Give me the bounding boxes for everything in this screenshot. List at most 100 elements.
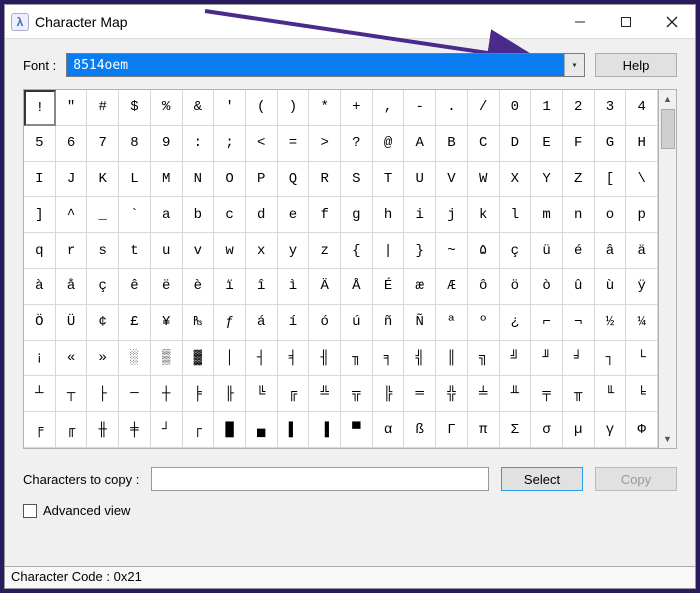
char-cell[interactable]: y [278, 233, 310, 269]
char-cell[interactable]: U [404, 162, 436, 198]
char-cell[interactable]: ╢ [309, 341, 341, 377]
scroll-thumb[interactable] [661, 109, 675, 149]
char-cell[interactable]: Φ [626, 412, 658, 448]
char-cell[interactable]: A [404, 126, 436, 162]
copy-input[interactable] [151, 467, 489, 491]
char-cell[interactable]: ╬ [436, 376, 468, 412]
char-cell[interactable]: ç [87, 269, 119, 305]
char-cell[interactable]: ù [595, 269, 627, 305]
char-cell[interactable]: % [151, 90, 183, 126]
char-cell[interactable]: @ [373, 126, 405, 162]
char-cell[interactable]: ¡ [24, 341, 56, 377]
char-cell[interactable]: γ [595, 412, 627, 448]
char-cell[interactable]: / [468, 90, 500, 126]
char-cell[interactable]: W [468, 162, 500, 198]
char-cell[interactable]: L [119, 162, 151, 198]
char-cell[interactable]: è [183, 269, 215, 305]
char-cell[interactable]: α [373, 412, 405, 448]
char-cell[interactable]: │ [214, 341, 246, 377]
char-cell[interactable]: f [309, 197, 341, 233]
char-cell[interactable]: ╡ [278, 341, 310, 377]
char-cell[interactable]: ÿ [626, 269, 658, 305]
char-cell[interactable]: Q [278, 162, 310, 198]
char-cell[interactable]: + [341, 90, 373, 126]
char-cell[interactable]: < [246, 126, 278, 162]
char-cell[interactable]: ╠ [373, 376, 405, 412]
char-cell[interactable]: ╔ [278, 376, 310, 412]
char-cell[interactable]: T [373, 162, 405, 198]
char-cell[interactable]: ç [500, 233, 532, 269]
char-cell[interactable]: ª [436, 305, 468, 341]
char-cell[interactable]: 7 [87, 126, 119, 162]
char-cell[interactable]: w [214, 233, 246, 269]
char-cell[interactable]: ╤ [531, 376, 563, 412]
char-cell[interactable]: ╒ [24, 412, 56, 448]
char-cell[interactable]: K [87, 162, 119, 198]
char-cell[interactable]: D [500, 126, 532, 162]
char-cell[interactable]: é [563, 233, 595, 269]
char-cell[interactable]: 8 [119, 126, 151, 162]
char-cell[interactable]: ╟ [214, 376, 246, 412]
char-cell[interactable]: [ [595, 162, 627, 198]
char-cell[interactable]: . [436, 90, 468, 126]
char-cell[interactable]: t [119, 233, 151, 269]
char-cell[interactable]: ┼ [151, 376, 183, 412]
char-cell[interactable]: J [56, 162, 88, 198]
char-cell[interactable]: Y [531, 162, 563, 198]
char-cell[interactable]: ╦ [341, 376, 373, 412]
close-button[interactable] [649, 5, 695, 39]
char-cell[interactable]: q [24, 233, 56, 269]
char-cell[interactable]: à [24, 269, 56, 305]
char-cell[interactable]: û [563, 269, 595, 305]
char-cell[interactable]: ¼ [626, 305, 658, 341]
char-cell[interactable]: ▒ [151, 341, 183, 377]
char-cell[interactable]: █ [214, 412, 246, 448]
char-cell[interactable]: ] [24, 197, 56, 233]
char-cell[interactable]: = [278, 126, 310, 162]
char-cell[interactable]: ó [309, 305, 341, 341]
char-cell[interactable]: π [468, 412, 500, 448]
char-cell[interactable]: ╖ [341, 341, 373, 377]
char-cell[interactable]: ╕ [373, 341, 405, 377]
char-cell[interactable]: a [151, 197, 183, 233]
char-cell[interactable]: ! [24, 90, 56, 126]
char-cell[interactable]: ü [531, 233, 563, 269]
char-cell[interactable]: ۵ [468, 233, 500, 269]
help-button[interactable]: Help [595, 53, 677, 77]
char-cell[interactable]: R [309, 162, 341, 198]
char-cell[interactable]: ═ [404, 376, 436, 412]
char-cell[interactable]: ï [214, 269, 246, 305]
char-cell[interactable]: 3 [595, 90, 627, 126]
char-cell[interactable]: b [183, 197, 215, 233]
char-cell[interactable]: ╛ [563, 341, 595, 377]
char-cell[interactable]: g [341, 197, 373, 233]
char-cell[interactable]: O [214, 162, 246, 198]
char-cell[interactable]: 0 [500, 90, 532, 126]
char-cell[interactable]: ╫ [87, 412, 119, 448]
char-cell[interactable]: Ö [24, 305, 56, 341]
char-cell[interactable]: " [56, 90, 88, 126]
char-cell[interactable]: E [531, 126, 563, 162]
char-cell[interactable]: l [500, 197, 532, 233]
char-cell[interactable]: ? [341, 126, 373, 162]
char-cell[interactable]: z [309, 233, 341, 269]
char-cell[interactable]: å [56, 269, 88, 305]
char-cell[interactable]: m [531, 197, 563, 233]
char-cell[interactable]: Z [563, 162, 595, 198]
select-button[interactable]: Select [501, 467, 583, 491]
char-cell[interactable]: : [183, 126, 215, 162]
char-cell[interactable]: ╝ [500, 341, 532, 377]
char-cell[interactable]: c [214, 197, 246, 233]
scroll-up-icon[interactable]: ▲ [659, 90, 676, 108]
char-cell[interactable]: º [468, 305, 500, 341]
font-select[interactable]: 8514oem ▾ [66, 53, 585, 77]
char-cell[interactable]: Å [341, 269, 373, 305]
char-cell[interactable]: â [595, 233, 627, 269]
char-cell[interactable]: ╗ [468, 341, 500, 377]
char-cell[interactable]: ô [468, 269, 500, 305]
char-cell[interactable]: ╥ [563, 376, 595, 412]
char-cell[interactable]: 1 [531, 90, 563, 126]
char-cell[interactable]: { [341, 233, 373, 269]
char-cell[interactable]: Ñ [404, 305, 436, 341]
char-cell[interactable]: G [595, 126, 627, 162]
